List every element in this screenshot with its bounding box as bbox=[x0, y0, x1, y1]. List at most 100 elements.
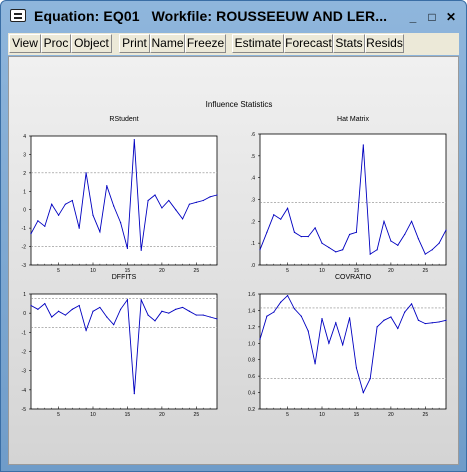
hat-matrix-data-point bbox=[376, 249, 378, 251]
rstudent-x-tick-label: 20 bbox=[159, 268, 165, 274]
hat-matrix-data-point bbox=[280, 218, 282, 220]
hat-matrix-data-point bbox=[438, 242, 440, 244]
rstudent-data-point bbox=[71, 199, 73, 202]
covratio-data-point bbox=[307, 330, 309, 332]
dffits-data-point bbox=[64, 314, 67, 316]
hat-matrix-data-point bbox=[266, 231, 268, 233]
hat-matrix-y-tick-label: .6 bbox=[251, 132, 255, 138]
maximize-button[interactable]: □ bbox=[425, 10, 439, 24]
name-button[interactable]: Name bbox=[150, 34, 185, 53]
rstudent-data-point bbox=[175, 209, 177, 211]
hat-matrix-data-point bbox=[410, 220, 413, 222]
covratio-data-point bbox=[355, 367, 358, 369]
estimate-button[interactable]: Estimate bbox=[232, 34, 284, 53]
covratio-x-tick-label: 25 bbox=[423, 412, 429, 418]
object-button[interactable]: Object bbox=[71, 34, 112, 53]
equation-window: Equation: EQ01 Workfile: ROUSSEEUW AND L… bbox=[0, 0, 467, 472]
rstudent-y-tick-label: 0 bbox=[23, 208, 26, 214]
covratio-data-point bbox=[438, 321, 440, 323]
proc-button[interactable]: Proc bbox=[41, 34, 71, 53]
dffits-data-point bbox=[133, 393, 135, 395]
rstudent-x-tick-label: 10 bbox=[90, 268, 96, 274]
hat-matrix-data-point bbox=[342, 249, 344, 251]
hat-matrix-data-point bbox=[321, 242, 323, 244]
dffits-data-point bbox=[78, 304, 80, 307]
dffits-data-point bbox=[71, 308, 73, 310]
hat-matrix-data-point bbox=[431, 249, 433, 251]
dffits-data-point bbox=[168, 312, 170, 314]
dffits-data-point bbox=[92, 310, 94, 312]
hat-matrix-data-point bbox=[417, 238, 420, 240]
rstudent-data-point bbox=[44, 225, 46, 227]
rstudent-data-point bbox=[188, 203, 191, 205]
covratio-data-point bbox=[417, 319, 420, 321]
hat-matrix-y-tick-label: .2 bbox=[251, 219, 255, 225]
rstudent-data-point bbox=[64, 203, 67, 205]
covratio-data-point bbox=[314, 363, 316, 365]
covratio-y-tick-label: 0.6 bbox=[248, 374, 255, 380]
freeze-button[interactable]: Freeze bbox=[185, 34, 226, 53]
rstudent-data-point bbox=[30, 233, 32, 235]
covratio-y-tick-label: 1.4 bbox=[248, 308, 255, 314]
print-button[interactable]: Print bbox=[119, 34, 150, 53]
dffits-x-tick-label: 5 bbox=[57, 412, 60, 418]
rstudent-data-point bbox=[37, 220, 39, 222]
rstudent-data-point bbox=[99, 231, 101, 233]
covratio-y-tick-label: 1.0 bbox=[248, 341, 255, 347]
dffits-panel-title: DFFITS bbox=[112, 274, 137, 281]
dffits-data-point bbox=[154, 320, 156, 322]
rstudent-data-point bbox=[216, 194, 218, 196]
covratio-data-point bbox=[286, 295, 289, 297]
dffits-data-point bbox=[181, 306, 184, 309]
title-bar[interactable]: Equation: EQ01 Workfile: ROUSSEEUW AND L… bbox=[1, 1, 466, 31]
covratio-data-point bbox=[266, 315, 268, 317]
covratio-data-point bbox=[410, 303, 413, 305]
hat-matrix-data-point bbox=[383, 220, 385, 222]
covratio-data-point bbox=[328, 342, 330, 344]
dffits-data-point bbox=[30, 304, 32, 307]
hat-matrix-data-point bbox=[369, 253, 371, 255]
toolbar: View Proc Object Print Name Freeze Estim… bbox=[8, 33, 459, 55]
hat-matrix-data-point bbox=[307, 236, 309, 238]
dffits-x-tick-label: 15 bbox=[125, 412, 131, 418]
covratio-data-point bbox=[293, 308, 296, 310]
dffits-y-tick-label: 1 bbox=[23, 292, 26, 298]
dffits-data-point bbox=[99, 306, 101, 309]
dffits-y-tick-label: -2 bbox=[22, 350, 27, 356]
view-button[interactable]: View bbox=[9, 34, 41, 53]
dffits-x-tick-label: 25 bbox=[194, 412, 200, 418]
hat-matrix-data-point bbox=[390, 240, 392, 242]
forecast-button[interactable]: Forecast bbox=[284, 34, 333, 53]
covratio-data-point bbox=[348, 317, 351, 319]
resids-button[interactable]: Resids bbox=[365, 34, 404, 53]
stats-button[interactable]: Stats bbox=[333, 34, 365, 53]
dffits-data-point bbox=[140, 299, 142, 301]
covratio-data-point bbox=[445, 319, 447, 321]
rstudent-data-point bbox=[78, 227, 80, 229]
hat-matrix-panel-title: Hat Matrix bbox=[337, 116, 369, 123]
hat-matrix-data-point bbox=[286, 207, 289, 209]
dffits-data-point bbox=[126, 299, 129, 301]
dffits-data-point bbox=[161, 310, 163, 312]
hat-matrix-y-tick-label: .3 bbox=[251, 198, 255, 204]
minimize-button[interactable]: _ bbox=[406, 10, 420, 24]
hat-matrix-data-point bbox=[404, 233, 406, 236]
hat-matrix-data-point bbox=[397, 244, 399, 246]
covratio-y-tick-label: 0.4 bbox=[248, 391, 255, 397]
covratio-x-tick-label: 10 bbox=[319, 412, 325, 418]
hat-matrix-x-tick-label: 25 bbox=[423, 268, 429, 274]
covratio-data-point bbox=[362, 391, 364, 394]
dffits-y-tick-label: -1 bbox=[22, 330, 27, 336]
covratio-y-tick-label: 1.6 bbox=[248, 292, 255, 298]
covratio-data-point bbox=[321, 318, 323, 320]
rstudent-data-point bbox=[154, 194, 156, 196]
hat-matrix-y-tick-label: .0 bbox=[251, 263, 255, 269]
dffits-data-point bbox=[37, 308, 39, 310]
dffits-y-tick-label: -3 bbox=[22, 369, 27, 375]
rstudent-x-tick-label: 5 bbox=[57, 268, 60, 274]
window-menu-icon[interactable] bbox=[10, 9, 26, 22]
covratio-panel-title: COVRATIO bbox=[335, 274, 372, 281]
rstudent-y-tick-label: 2 bbox=[23, 171, 26, 177]
dffits-data-point bbox=[51, 316, 53, 318]
close-button[interactable]: ✕ bbox=[444, 10, 458, 24]
